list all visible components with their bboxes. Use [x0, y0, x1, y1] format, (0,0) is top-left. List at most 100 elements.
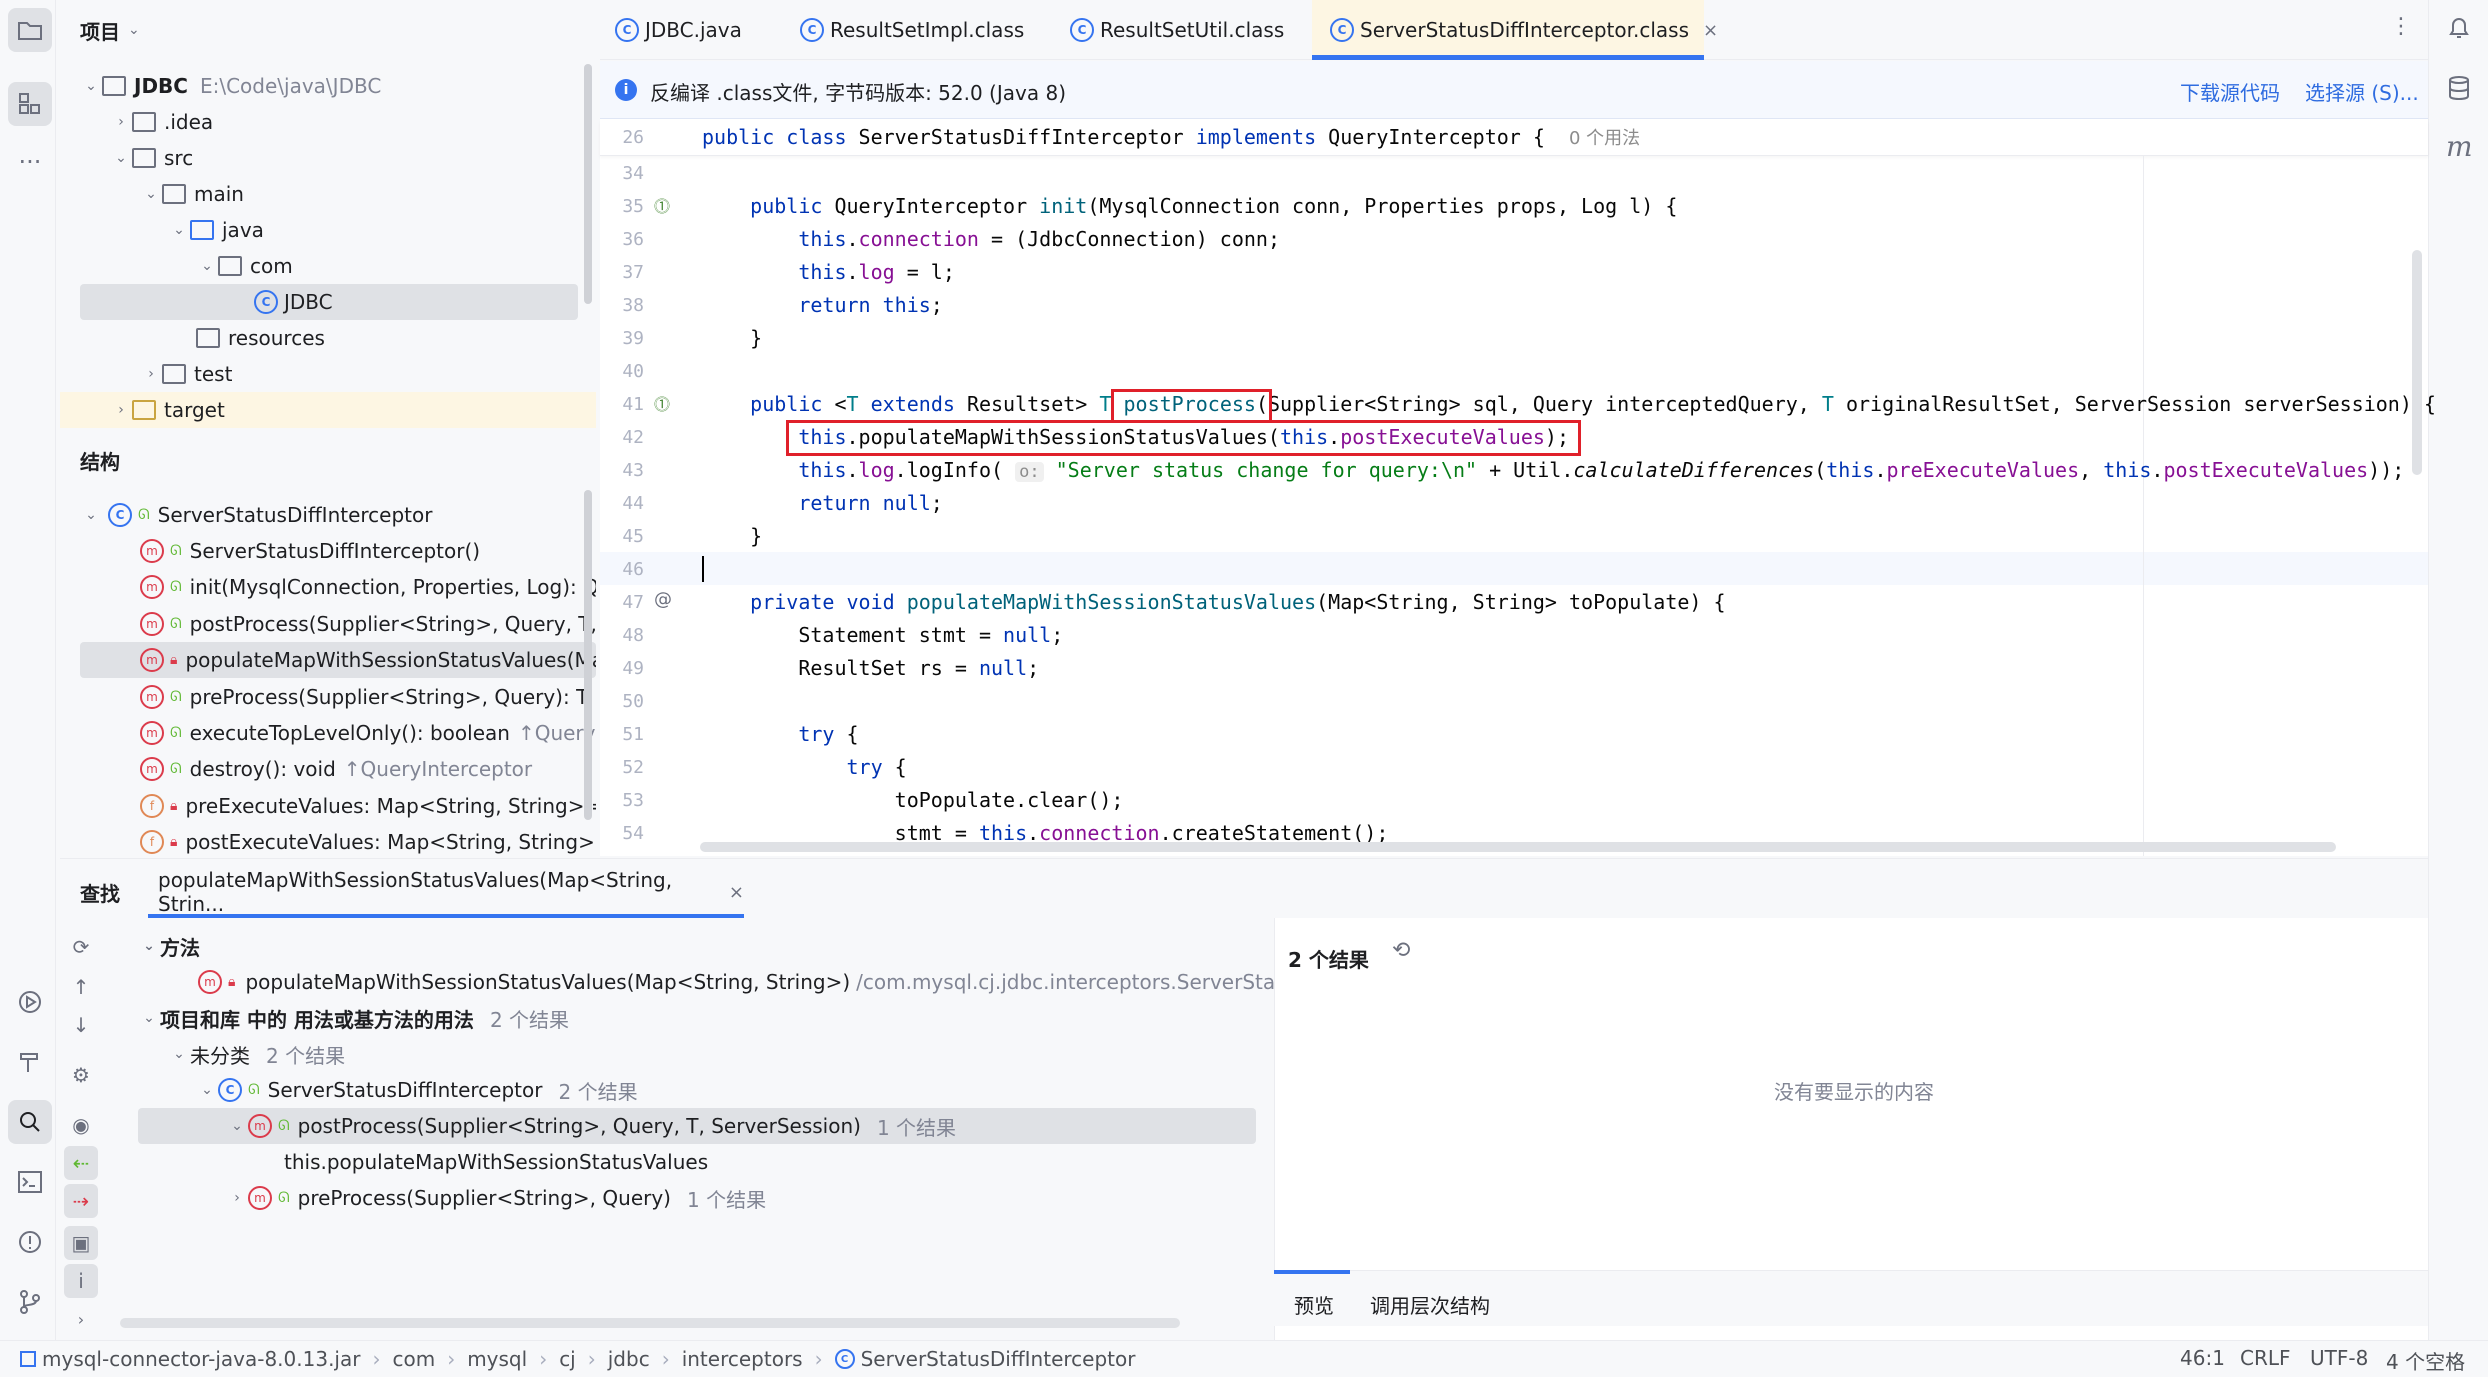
structure-scrollbar[interactable] — [584, 490, 592, 820]
find-method-item[interactable]: m 🔒︎ populateMapWithSessionStatusValues(… — [198, 964, 1367, 1000]
code-line-53[interactable]: toPopulate.clear(); — [702, 784, 1124, 817]
info-toggle-icon[interactable]: i — [64, 1264, 98, 1298]
line-number[interactable]: 45 — [600, 520, 644, 553]
code-line-43[interactable]: this.log.logInfo( o: "Server status chan… — [702, 454, 2404, 487]
chevron-down-icon[interactable]: ⌄ — [168, 222, 190, 238]
find-tab[interactable]: populateMapWithSessionStatusValues(Map<S… — [148, 866, 744, 918]
read-access-icon[interactable]: ⇠ — [64, 1146, 98, 1180]
chevron-down-icon[interactable]: ⌄ — [110, 150, 132, 166]
chevron-right-icon[interactable]: › — [110, 402, 132, 418]
choose-source-link[interactable]: 选择源 (S)... — [2305, 77, 2419, 106]
code-line-38[interactable]: return this; — [702, 289, 943, 322]
find-preprocess-node[interactable]: › m ᘏ preProcess(Supplier<String>, Query… — [226, 1180, 766, 1216]
code-line-51[interactable]: try { — [702, 718, 858, 751]
line-number[interactable]: 40 — [600, 355, 644, 388]
code-line-48[interactable]: Statement stmt = null; — [702, 619, 1063, 652]
maven-icon[interactable]: m — [2446, 130, 2473, 163]
find-group-usages[interactable]: ⌄ 项目和库 中的 用法或基方法的用法 2 个结果 — [138, 1000, 569, 1036]
line-number[interactable]: 52 — [600, 751, 644, 784]
line-number[interactable]: 51 — [600, 718, 644, 751]
structure-member[interactable]: f 🔒︎ postExecuteValues: Map<String, String… — [140, 824, 596, 860]
line-number[interactable]: 47 — [600, 586, 644, 619]
breadcrumb-item[interactable]: mysql — [467, 1347, 527, 1371]
chevron-down-icon[interactable]: ⌄ — [168, 1046, 190, 1062]
close-icon[interactable]: × — [1703, 20, 1718, 41]
find-search-icon[interactable] — [8, 1100, 52, 1144]
indent-setting[interactable]: 4 个空格 — [2386, 1346, 2465, 1375]
structure-member[interactable]: mᘏexecuteTopLevelOnly(): boolean↑QueryIn… — [140, 715, 596, 751]
preview-eye-icon[interactable]: ◉ — [64, 1108, 98, 1142]
code-line-35[interactable]: public QueryInterceptor init(MysqlConnec… — [702, 190, 1677, 223]
tab-options-icon[interactable]: ⋮ — [2390, 14, 2412, 44]
tree-item-com[interactable]: ⌄ com — [196, 248, 293, 284]
tab-jdbc-java[interactable]: C JDBC.java — [615, 0, 742, 60]
line-number[interactable]: 37 — [600, 256, 644, 289]
tab-serverstatusdiffinterceptor[interactable]: C ServerStatusDiffInterceptor.class × — [1330, 0, 1718, 60]
chevron-down-icon[interactable]: ⌄ — [80, 507, 102, 523]
breadcrumb-item[interactable]: mysql-connector-java-8.0.13.jar — [42, 1347, 360, 1371]
line-number[interactable]: 48 — [600, 619, 644, 652]
tree-item-java[interactable]: ⌄ java — [168, 212, 264, 248]
line-number[interactable]: 53 — [600, 784, 644, 817]
download-source-link[interactable]: 下载源代码 — [2180, 77, 2280, 106]
tree-item-test[interactable]: › test — [140, 356, 232, 392]
close-icon[interactable]: × — [729, 882, 744, 903]
breadcrumb-item[interactable]: com — [392, 1347, 435, 1371]
tree-root-jdbc[interactable]: ⌄ JDBC E:\Code\java\JDBC — [80, 68, 381, 104]
find-postprocess-node[interactable]: ⌄ m ᘏ postProcess(Supplier<String>, Quer… — [226, 1108, 956, 1144]
chevron-down-icon[interactable]: ⌄ — [138, 1010, 160, 1026]
code-line-39[interactable]: } — [702, 322, 762, 355]
structure-member[interactable]: m ᘏ destroy(): void ↑QueryInterceptor — [140, 751, 596, 787]
structure-member[interactable]: f 🔒︎ preExecuteValues: Map<String, String>… — [140, 788, 596, 824]
tree-item-idea[interactable]: › .idea — [110, 104, 213, 140]
code-line-47[interactable]: private void populateMapWithSessionStatu… — [702, 586, 1725, 619]
line-number[interactable]: 42 — [600, 421, 644, 454]
refresh-icon[interactable]: ⟲ — [1392, 938, 1420, 966]
code-line-49[interactable]: ResultSet rs = null; — [702, 652, 1039, 685]
line-number[interactable]: 49 — [600, 652, 644, 685]
settings-gear-icon[interactable]: ⚙ — [64, 1058, 98, 1092]
rerun-icon[interactable]: ⟳ — [64, 930, 98, 964]
structure-member[interactable]: m 🔒︎ populateMapWithSessionStatusValues(Ma… — [140, 642, 596, 678]
terminal-icon[interactable] — [8, 1160, 52, 1204]
chevron-down-icon[interactable]: ⌄ — [138, 938, 160, 954]
run-icon[interactable] — [8, 980, 52, 1024]
implements-marker-icon[interactable]: ⓵ — [654, 193, 674, 216]
breadcrumb-item[interactable]: jdbc — [608, 1347, 650, 1371]
code-line-52[interactable]: try { — [702, 751, 907, 784]
bell-icon[interactable] — [2446, 14, 2472, 42]
implements-marker-icon[interactable]: ⓵ — [654, 391, 674, 414]
tree-item-src[interactable]: ⌄ src — [110, 140, 193, 176]
tab-preview[interactable]: 预览 — [1294, 1290, 1334, 1319]
database-icon[interactable] — [2446, 74, 2472, 102]
structure-class-node[interactable]: ⌄ C ᘏ ServerStatusDiffInterceptor — [80, 497, 432, 533]
line-number[interactable]: 43 — [600, 454, 644, 487]
chevron-down-icon[interactable]: ⌄ — [196, 258, 218, 274]
find-class-node[interactable]: ⌄ C ᘏ ServerStatusDiffInterceptor 2 个结果 — [196, 1072, 638, 1108]
chevron-right-icon[interactable]: › — [226, 1190, 248, 1206]
tab-resultsetutil[interactable]: C ResultSetUtil.class — [1070, 0, 1284, 60]
find-group-unclassified[interactable]: ⌄ 未分类 2 个结果 — [168, 1036, 345, 1072]
breadcrumb-item[interactable]: cj — [559, 1347, 576, 1371]
line-number[interactable]: 38 — [600, 289, 644, 322]
line-number[interactable]: 39 — [600, 322, 644, 355]
problems-icon[interactable] — [8, 1220, 52, 1264]
code-line-41[interactable]: public <T extends Resultset> T postProce… — [702, 388, 2436, 421]
line-number[interactable]: 41 — [600, 388, 644, 421]
breadcrumb-item[interactable]: interceptors — [682, 1347, 803, 1371]
structure-member[interactable]: m ᘏ postProcess(Supplier<String>, Query, T… — [140, 606, 596, 642]
find-horizontal-scrollbar[interactable] — [120, 1318, 1180, 1328]
git-branch-icon[interactable] — [8, 1280, 52, 1324]
chevron-down-icon[interactable]: ⌄ — [196, 1082, 218, 1098]
breadcrumb-item[interactable]: ServerStatusDiffInterceptor — [861, 1347, 1136, 1371]
write-access-icon[interactable]: ⇢ — [64, 1184, 98, 1218]
line-number[interactable]: 54 — [600, 817, 644, 850]
chevron-down-icon[interactable]: ⌄ — [140, 186, 162, 202]
find-usage-line[interactable]: this.populateMapWithSessionStatusValues — [284, 1144, 708, 1180]
code-line-44[interactable]: return null; — [702, 487, 943, 520]
build-hammer-icon[interactable] — [8, 1040, 52, 1084]
chevron-right-icon[interactable]: › — [110, 114, 132, 130]
structure-member[interactable]: m ᘏ ServerStatusDiffInterceptor() — [140, 533, 596, 569]
tree-item-target[interactable]: › target — [110, 392, 225, 428]
line-number[interactable]: 46 — [600, 553, 644, 586]
